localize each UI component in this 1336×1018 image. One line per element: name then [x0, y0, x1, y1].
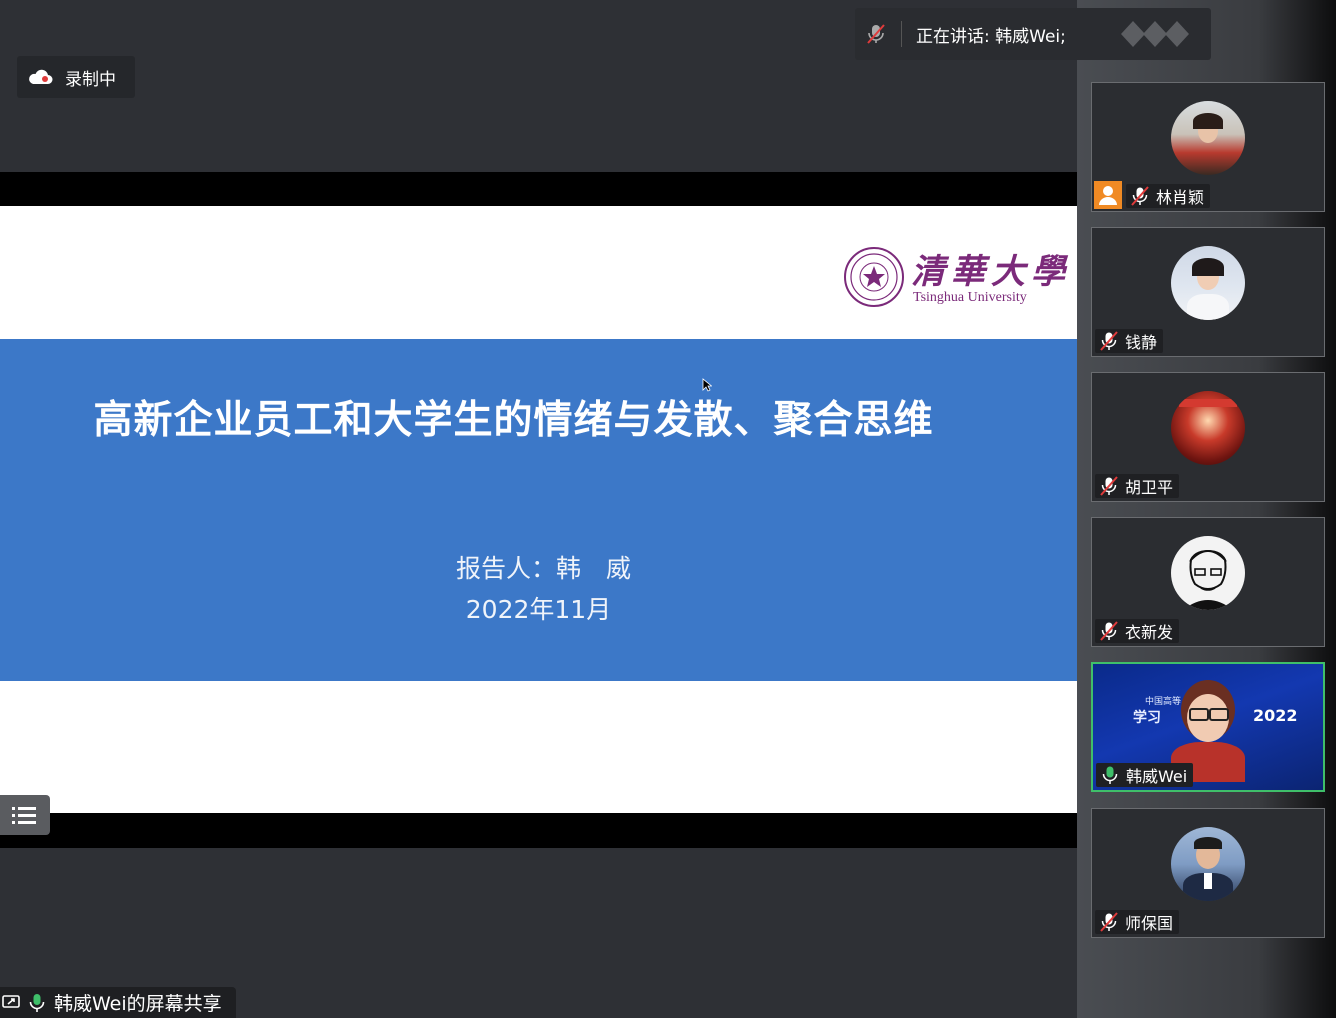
mic-muted-icon: [1100, 621, 1118, 641]
avatar: [1171, 101, 1245, 175]
recording-label: 录制中: [65, 69, 116, 90]
avatar: [1171, 536, 1245, 610]
avatar: [1171, 246, 1245, 320]
participant-name: 胡卫平: [1125, 478, 1174, 497]
participant-tile[interactable]: 钱静: [1091, 227, 1325, 357]
participant-tile[interactable]: 衣新发: [1091, 517, 1325, 647]
participant-tile[interactable]: 师保国: [1091, 808, 1325, 938]
video-background-text: 学习: [1133, 710, 1161, 726]
participant-name: 韩威Wei: [1126, 767, 1188, 786]
shared-slide: 清華大學 Tsinghua University 高新企业员工和大学生的情绪与发…: [0, 206, 1077, 813]
speaking-label: 正在讲话: 韩威Wei;: [916, 26, 1066, 47]
participant-name-tag: 钱静: [1095, 329, 1164, 353]
participant-name: 衣新发: [1125, 623, 1174, 642]
participant-name: 钱静: [1125, 333, 1158, 352]
mouse-cursor-icon: [702, 378, 712, 392]
avatar: [1171, 827, 1245, 901]
divider: [901, 21, 902, 47]
participant-name-tag: 林肖颖: [1126, 184, 1211, 208]
mic-muted-icon: [1100, 331, 1118, 351]
participant-tile[interactable]: 林肖颖: [1091, 82, 1325, 212]
sketch-portrait-icon: [1183, 550, 1233, 610]
mic-active-icon: [1102, 766, 1118, 784]
cloud-record-icon: [29, 69, 53, 84]
speaking-indicator: 正在讲话: 韩威Wei;: [855, 8, 1211, 60]
mic-active-icon: [29, 993, 45, 1012]
mic-muted-icon: [1100, 912, 1118, 932]
slide-date: 2022年11月: [465, 595, 612, 624]
video-background-text: 2022: [1253, 706, 1298, 725]
host-badge: [1094, 181, 1122, 209]
participant-name: 师保国: [1125, 914, 1174, 933]
slide-menu-button[interactable]: [0, 795, 50, 835]
university-seal-icon: [844, 247, 904, 307]
screen-share-text: 韩威Wei的屏幕共享: [54, 993, 222, 1015]
screen-share-icon: [2, 994, 20, 1008]
slide-presenter: 报告人：韩 威: [455, 554, 631, 583]
participant-tile[interactable]: 胡卫平: [1091, 372, 1325, 502]
logo-english: Tsinghua University: [913, 290, 1027, 305]
participant-name-tag: 胡卫平: [1095, 474, 1180, 498]
list-menu-icon: [12, 807, 36, 824]
participant-tile-active[interactable]: 中国高等 学习 2022 韩威Wei: [1091, 662, 1325, 792]
logo-calligraphy: 清華大學: [911, 252, 1071, 292]
letterbox-bottom: [0, 813, 1077, 848]
mic-muted-icon[interactable]: [865, 23, 887, 45]
participant-name-tag: 韩威Wei: [1096, 763, 1194, 787]
mic-muted-icon: [1131, 186, 1149, 206]
tsinghua-logo: 清華大學 Tsinghua University: [843, 244, 1065, 308]
participant-name-tag: 师保国: [1095, 910, 1180, 934]
host-user-icon: [1099, 186, 1117, 205]
participant-name: 林肖颖: [1156, 188, 1205, 207]
letterbox-top: [0, 172, 1077, 206]
mic-muted-icon: [1100, 476, 1118, 496]
avatar: [1171, 391, 1245, 465]
app-logo-icon: [1121, 21, 1189, 47]
recording-badge[interactable]: 录制中: [17, 56, 135, 98]
participant-name-tag: 衣新发: [1095, 619, 1180, 643]
slide-title: 高新企业员工和大学生的情绪与发散、聚合思维: [93, 398, 934, 443]
screen-share-label: 韩威Wei的屏幕共享: [0, 987, 236, 1018]
